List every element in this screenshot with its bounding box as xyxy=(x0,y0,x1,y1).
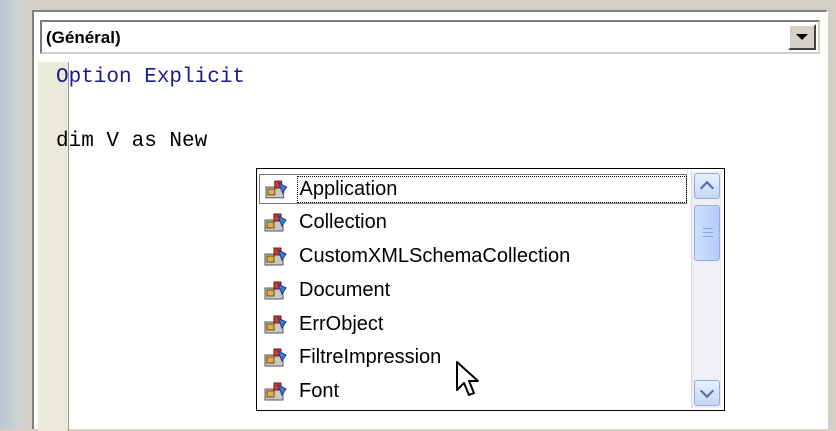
grip-line xyxy=(703,232,713,233)
list-item-label: ErrObject xyxy=(299,312,384,335)
list-scrollbar[interactable] xyxy=(691,171,722,408)
class-module-icon xyxy=(264,281,287,300)
chevron-down-icon xyxy=(699,383,715,399)
dropdown-button[interactable] xyxy=(788,24,816,50)
code-line-2[interactable]: dim V as New xyxy=(56,130,207,153)
list-item-label: Font xyxy=(299,379,340,402)
class-module-icon xyxy=(264,247,287,266)
margin-indicator-bar[interactable] xyxy=(38,62,69,431)
class-module-icon xyxy=(264,348,287,367)
list-item-label: Document xyxy=(299,278,391,301)
grip-line xyxy=(703,236,713,237)
list-item[interactable]: Collection xyxy=(259,207,687,237)
scroll-thumb[interactable] xyxy=(694,205,720,261)
chevron-up-icon xyxy=(699,180,715,196)
list-item-label: Application xyxy=(296,175,687,203)
list-item[interactable]: Document xyxy=(259,275,687,305)
chevron-down-icon xyxy=(796,34,808,40)
mouse-pointer-icon xyxy=(456,361,479,396)
class-module-icon xyxy=(264,213,287,232)
scroll-down-button[interactable] xyxy=(694,380,720,406)
class-module-icon xyxy=(264,382,287,401)
list-item[interactable]: Application xyxy=(259,174,687,204)
list-item-label: CustomXMLSchemaCollection xyxy=(299,244,571,267)
class-module-icon xyxy=(264,315,287,334)
list-item-label: Collection xyxy=(299,210,387,233)
list-item[interactable]: ErrObject xyxy=(259,309,687,339)
procedure-combobox[interactable]: (Général) xyxy=(40,20,820,54)
code-line-1[interactable]: Option Explicit xyxy=(56,66,245,89)
intellisense-list[interactable]: Application Collection CustomXMLSchemaColl… xyxy=(256,168,725,411)
grip-line xyxy=(703,228,713,229)
list-item-label: FiltreImpression xyxy=(299,345,442,368)
scroll-up-button[interactable] xyxy=(694,173,720,199)
list-item[interactable]: CustomXMLSchemaCollection xyxy=(259,241,687,271)
class-module-icon xyxy=(265,180,288,199)
procedure-combobox-value: (Général) xyxy=(46,28,121,47)
